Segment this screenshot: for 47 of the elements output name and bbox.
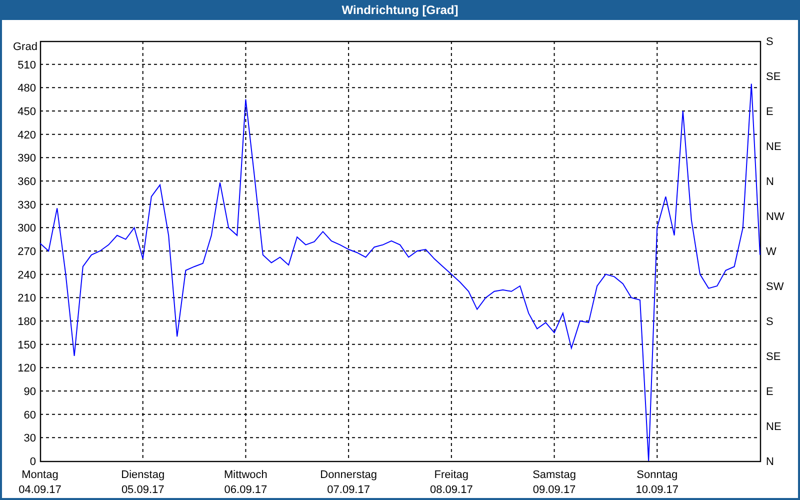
x-axis-date: 05.09.17 bbox=[121, 484, 164, 496]
y-axis-label: 420 bbox=[18, 129, 36, 142]
y-axis-label: 150 bbox=[18, 339, 36, 352]
compass-axis-label: SE bbox=[766, 351, 781, 363]
compass-axis-label: E bbox=[766, 106, 774, 118]
x-axis-label: Montag bbox=[22, 469, 58, 481]
y-axis-label: 450 bbox=[18, 106, 36, 118]
y-axis-label: 300 bbox=[18, 222, 36, 235]
compass-axis-label: S bbox=[766, 36, 774, 48]
y-axis-label: 0 bbox=[30, 456, 36, 468]
y-axis-label: 210 bbox=[18, 292, 36, 305]
x-axis-label: Dienstag bbox=[121, 469, 165, 481]
compass-axis-label: NE bbox=[766, 141, 782, 153]
x-axis-date: 10.09.17 bbox=[636, 484, 679, 496]
x-axis-label: Mittwoch bbox=[224, 469, 268, 481]
y-axis-label: 330 bbox=[18, 199, 36, 212]
y-axis-label: 270 bbox=[18, 246, 36, 258]
x-axis-label: Donnerstag bbox=[320, 469, 377, 481]
y-axis-label: 390 bbox=[18, 152, 36, 165]
x-axis-date: 06.09.17 bbox=[224, 484, 268, 496]
y-axis-label: 30 bbox=[24, 432, 36, 445]
y-axis-label: 360 bbox=[18, 176, 36, 188]
compass-axis-label: N bbox=[766, 176, 774, 188]
y-axis-label: 510 bbox=[18, 59, 36, 72]
compass-axis-label: E bbox=[766, 386, 774, 398]
y-axis-label: 180 bbox=[18, 316, 36, 328]
y-axis-title: Grad bbox=[13, 41, 38, 53]
x-axis-label: Samstag bbox=[532, 469, 576, 481]
x-axis-label: Sonntag bbox=[636, 469, 678, 481]
y-axis-label: 60 bbox=[24, 409, 36, 422]
x-axis-date: 07.09.17 bbox=[327, 484, 370, 496]
y-axis-label: 90 bbox=[24, 386, 36, 398]
y-axis-label: 480 bbox=[18, 82, 36, 95]
compass-axis-label: SE bbox=[766, 71, 781, 83]
x-axis-label: Freitag bbox=[434, 469, 469, 481]
compass-axis-label: W bbox=[766, 246, 776, 258]
x-axis-date: 04.09.17 bbox=[18, 484, 62, 496]
x-axis-date: 09.09.17 bbox=[532, 484, 576, 496]
y-axis-label: 240 bbox=[18, 269, 36, 282]
compass-axis-label: NE bbox=[766, 421, 782, 433]
compass-axis-label: N bbox=[766, 456, 774, 468]
x-axis-date: 08.09.17 bbox=[430, 484, 473, 496]
y-axis-label: 120 bbox=[18, 362, 36, 375]
window-title: Windrichtung [Grad] bbox=[342, 2, 458, 19]
compass-axis-label: S bbox=[766, 316, 774, 328]
compass-axis-label: SW bbox=[766, 281, 784, 293]
compass-axis-label: NW bbox=[766, 211, 784, 223]
